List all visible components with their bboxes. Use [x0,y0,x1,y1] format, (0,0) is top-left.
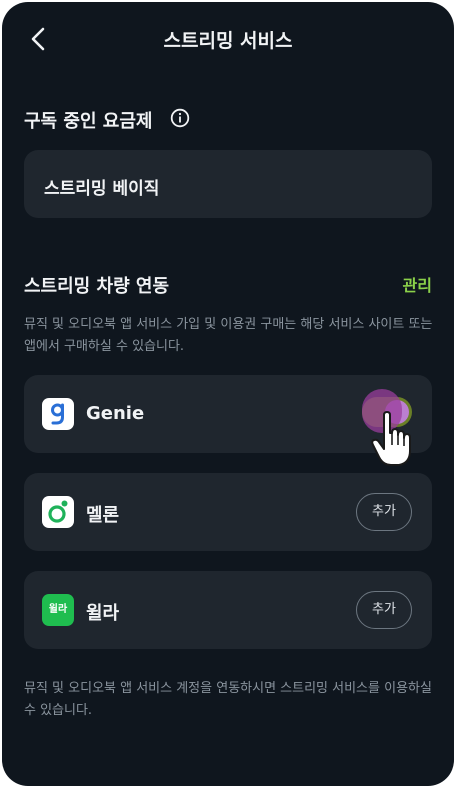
melon-logo-icon [42,496,74,528]
pointer-hand-icon [371,411,411,466]
service-card-welaaa: 윌라 윌라 추가 [24,571,432,649]
genie-logo-icon [42,398,74,430]
linking-description: 뮤직 및 오디오북 앱 서비스 가입 및 이용권 구매는 해당 서비스 사이트 … [24,317,433,354]
linking-section-title: 스트리밍 차량 연동 [24,276,170,297]
welaaa-logo-icon: 윌라 [42,594,74,626]
info-icon[interactable] [170,108,190,128]
page-title: 스트리밍 서비스 [163,30,293,52]
header: 스트리밍 서비스 [2,2,454,76]
service-name: 멜론 [86,505,120,526]
service-card-melon: 멜론 추가 [24,473,432,551]
screen: 스트리밍 서비스 구독 중인 요금제 스트리밍 베이직 스트리밍 차량 연동 관… [2,2,454,786]
service-name: Genie [86,403,145,424]
subscription-plan-card: 스트리밍 베이직 [24,150,432,218]
service-name: 윌라 [86,603,120,624]
welaaa-add-button[interactable]: 추가 [356,591,412,629]
linking-footer-note: 뮤직 및 오디오북 앱 서비스 계정을 연동하시면 스트리밍 서비스를 이용하실… [24,681,432,718]
subscription-section-title: 구독 중인 요금제 [24,111,153,132]
service-card-genie: Genie [24,375,432,466]
plan-name: 스트리밍 베이직 [44,179,160,199]
manage-link[interactable]: 관리 [403,272,432,296]
melon-add-button[interactable]: 추가 [356,493,412,531]
